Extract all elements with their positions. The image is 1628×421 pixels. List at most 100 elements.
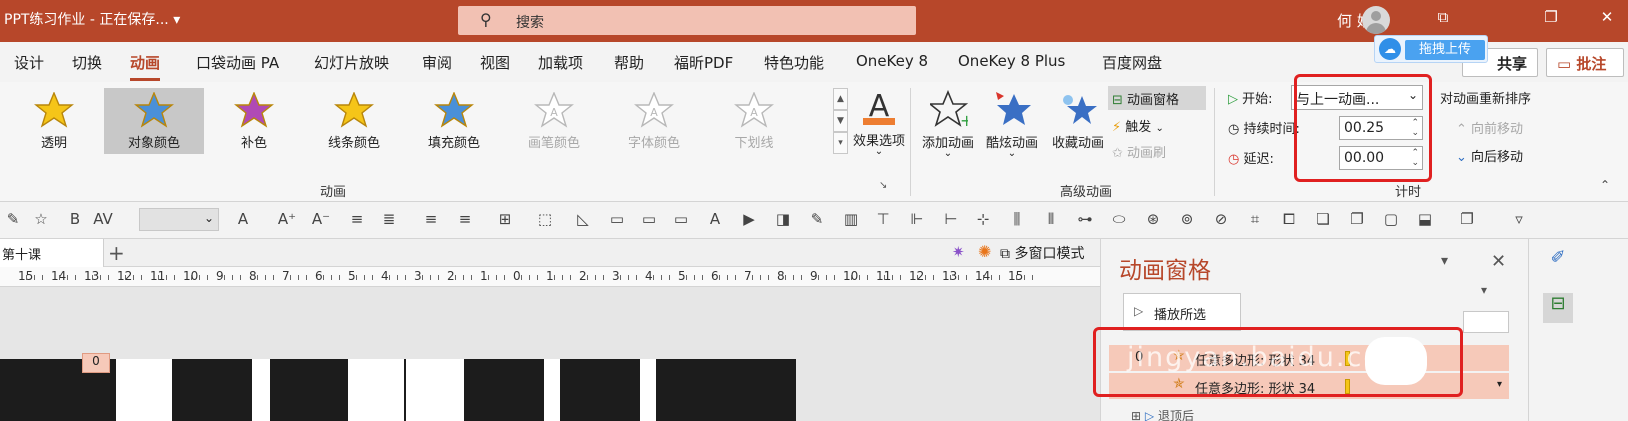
box1-icon[interactable]: ▭ [606, 210, 628, 230]
text-box2-icon[interactable]: ▶ [738, 210, 760, 230]
ribbon-display-options-icon[interactable]: ⧉ [1430, 8, 1456, 30]
animation-pane-button[interactable]: ⊟ 动画窗格 [1108, 86, 1206, 110]
slide-canvas[interactable]: 0 [0, 287, 1100, 421]
send-icon[interactable]: ⬓ [1414, 210, 1436, 230]
tab-5[interactable]: 审阅 [422, 52, 452, 73]
animation-effect-5[interactable]: A 画笔颜色 [504, 88, 604, 154]
text-box-icon[interactable]: A [704, 210, 726, 230]
add-animation-button[interactable]: + 添加动画 ⌄ [916, 86, 980, 176]
align-justify-icon[interactable]: ≣ [378, 210, 400, 230]
pane-options-icon[interactable]: ▾ [1441, 253, 1448, 269]
window-title[interactable]: PPT练习作业 - 正在保存... ▾ [4, 9, 180, 29]
animation-painter-button[interactable]: ✩ 动画刷 [1112, 142, 1166, 161]
animation-pane-icon[interactable]: ⊟ [1543, 293, 1573, 323]
tab-3[interactable]: 口袋动画 PA [196, 52, 279, 73]
animation-effect-2[interactable]: 补色 [204, 88, 304, 154]
crop-icon[interactable]: ⌗ [1244, 210, 1266, 230]
close-pane-icon[interactable]: ✕ [1491, 251, 1506, 272]
move-earlier-button[interactable]: ⌃ 向前移动 [1456, 118, 1523, 137]
magic-icon[interactable]: ✷ [952, 243, 965, 261]
favorite-animation-button[interactable]: 收藏动画 [1046, 86, 1110, 176]
font-size-combo[interactable]: ⌄ [139, 208, 219, 231]
select-icon[interactable]: ▢ [1380, 210, 1402, 230]
animation-effect-1[interactable]: 对象颜色 [104, 88, 204, 154]
tab-0[interactable]: 设计 [14, 52, 44, 73]
settings-gear-icon[interactable]: ✺ [978, 242, 991, 261]
dist-h-icon[interactable]: ⫼ [1006, 210, 1028, 230]
tab-1[interactable]: 切换 [72, 52, 102, 73]
slide-white-block[interactable] [544, 359, 560, 421]
tab-2[interactable]: 动画 [130, 52, 161, 81]
box3-icon[interactable]: ▭ [670, 210, 692, 230]
animation-effect-6[interactable]: A 字体颜色 [604, 88, 704, 154]
format-brush-icon[interactable]: ✐ [1543, 247, 1573, 277]
align-right-icon[interactable]: ≡ [454, 210, 476, 230]
shape-icon[interactable]: ⬚ [534, 210, 556, 230]
tab-8[interactable]: 帮助 [614, 52, 644, 73]
slide-tab[interactable]: 第十课 [0, 239, 104, 267]
chart-icon[interactable]: ▥ [840, 210, 862, 230]
avatar[interactable] [1362, 6, 1390, 34]
animation-effect-3[interactable]: 线条颜色 [304, 88, 404, 154]
trigger-button[interactable]: ⚡ 触发 ⌄ [1112, 116, 1164, 135]
move-later-button[interactable]: ⌄ 向后移动 [1456, 146, 1523, 165]
multi-window-button[interactable]: ⧉ 多窗口模式 [1000, 243, 1084, 263]
animation-effect-4[interactable]: 填充颜色 [404, 88, 504, 154]
group-icon[interactable]: ⧠ [1278, 210, 1300, 230]
arrange-icon[interactable]: ❐ [1456, 210, 1478, 230]
tab-10[interactable]: 特色功能 [764, 52, 824, 73]
box2-icon[interactable]: ▭ [638, 210, 660, 230]
merge1-icon[interactable]: ⬭ [1108, 210, 1130, 230]
front-icon[interactable]: ❏ [1312, 210, 1334, 230]
tab-12[interactable]: OneKey 8 Plus [958, 52, 1065, 70]
merge4-icon[interactable]: ⊘ [1210, 210, 1232, 230]
shape-fill-icon[interactable]: ◨ [772, 210, 794, 230]
char-spacing-icon[interactable]: AV [92, 210, 114, 230]
align-left-icon[interactable]: ≡ [420, 210, 442, 230]
slide-white-block[interactable] [640, 359, 656, 421]
back-icon[interactable]: ❐ [1346, 210, 1368, 230]
triangle-icon[interactable]: ◺ [572, 210, 594, 230]
tab-13[interactable]: 百度网盘 [1102, 52, 1162, 73]
merge2-icon[interactable]: ⊛ [1142, 210, 1164, 230]
decrease-font-icon[interactable]: A⁻ [310, 210, 332, 230]
align-left2-icon[interactable]: ⊢ [940, 210, 962, 230]
tab-11[interactable]: OneKey 8 [856, 52, 928, 70]
slide-content[interactable] [0, 359, 1100, 421]
edit-shape-icon[interactable]: ✎ [806, 210, 828, 230]
align-top-icon[interactable]: ⊤ [872, 210, 894, 230]
slide-white-block[interactable] [252, 359, 270, 421]
search-input[interactable]: ⚲ 搜索 [458, 6, 916, 35]
star-icon[interactable]: ☆ [30, 210, 52, 230]
table-icon[interactable]: ⊞ [494, 210, 516, 230]
cool-animation-button[interactable]: 酷炫动画 ⌄ [980, 86, 1044, 176]
chevron-down-icon[interactable]: ▾ [1497, 379, 1502, 390]
dialog-launcher-icon[interactable]: ↘ [879, 180, 887, 191]
tab-9[interactable]: 福昕PDF [674, 52, 733, 73]
brush-icon[interactable]: ✎ [2, 210, 24, 230]
bold-icon[interactable]: B [64, 210, 86, 230]
align-center2-icon[interactable]: ⊹ [972, 210, 994, 230]
tab-7[interactable]: 加载项 [538, 52, 583, 73]
effect-options-button[interactable]: A 效果选项 ⌄ [852, 86, 906, 176]
slide-white-block[interactable] [348, 359, 404, 421]
chevron-down-icon[interactable]: ▾ [1481, 283, 1487, 297]
dist2-icon[interactable]: ⊶ [1074, 210, 1096, 230]
font-color-icon[interactable]: A [232, 210, 254, 230]
close-window-icon[interactable]: ✕ [1594, 8, 1620, 30]
increase-font-icon[interactable]: A⁺ [276, 210, 298, 230]
align-center-icon[interactable]: ≡ [346, 210, 368, 230]
gallery-scroll-up-icon[interactable]: ▲ [833, 88, 848, 110]
comment-button[interactable]: ▭ 批注 [1546, 48, 1624, 77]
animation-order-tag[interactable]: 0 [82, 353, 110, 373]
next-item-label[interactable]: ⊞ ▷ 退顶后 [1131, 407, 1194, 421]
animation-effect-7[interactable]: A 下划线 [704, 88, 804, 154]
animation-effect-0[interactable]: 透明 [4, 88, 104, 154]
tab-6[interactable]: 视图 [480, 52, 510, 73]
more-icon[interactable]: ▿ [1508, 210, 1530, 230]
tab-4[interactable]: 幻灯片放映 [314, 52, 389, 73]
add-tab-icon[interactable]: + [108, 241, 125, 265]
gallery-more-icon[interactable]: ▾ [833, 132, 848, 154]
dist-v-icon[interactable]: ⫴ [1040, 210, 1062, 230]
slide-white-block[interactable] [116, 359, 172, 421]
